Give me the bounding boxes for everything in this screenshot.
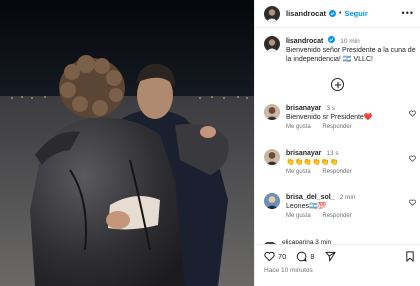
comment-time: 13 s [326,150,339,157]
avatar[interactable] [264,104,280,120]
comment-count: 8 [310,252,315,261]
more-options-icon[interactable]: ••• [402,8,414,18]
comment-like-link[interactable]: Me gusta [286,169,311,175]
avatar[interactable] [264,193,280,209]
comment-username[interactable]: brisa_del_sol_ [286,194,335,201]
comment-text: Bienvenido sr Presidente❤️ [286,114,373,121]
verified-badge-icon [328,36,336,43]
post-caption: lisandrocat 10 min Bienvenido señor Pres… [264,36,416,64]
comment-text: 👏👏👏👏👏👏 [286,159,339,166]
comment-reply-link[interactable]: Responder [322,213,351,219]
comment-like-link[interactable]: Me gusta [286,213,311,219]
avatar[interactable] [264,149,280,165]
post-header: lisandrocat • Seguir ••• [255,0,420,28]
photo-image [0,0,254,286]
comment-reply-link[interactable]: Responder [322,169,351,175]
comment-time: 2 min [339,194,356,201]
like-heart-icon[interactable] [264,251,275,262]
caption-text: Bienvenido señor Presidente a la cuna de… [286,47,416,63]
bookmark-icon[interactable] [405,251,415,262]
post-actions-bar: 70 8 Hace 10 minutos [255,244,420,286]
caption-username[interactable]: lisandrocat [286,38,323,45]
comment-username[interactable]: brisanayar [286,105,321,112]
post-sidebar: lisandrocat • Seguir ••• lisandrocat 10 … [254,0,420,286]
share-send-icon[interactable] [324,251,336,262]
comment-item: brisanayar 13 s 👏👏👏👏👏👏 Me gusta Responde… [264,149,416,175]
comment-text: Leones🇦🇷💯 [286,203,327,210]
caption-time: 10 min [340,38,360,45]
comment-reply-link[interactable]: Responder [322,124,351,130]
comment-username[interactable]: brisanayar [286,150,321,157]
avatar[interactable] [264,5,280,22]
comment-time: 3 s [326,105,336,112]
header-username[interactable]: lisandrocat [286,9,326,18]
comment-heart-icon[interactable] [409,155,416,162]
comment-bubble-icon[interactable] [296,251,308,262]
follow-button[interactable]: Seguir [344,9,367,18]
comment-heart-icon[interactable] [409,199,416,206]
comment-item: brisanayar 3 s Bienvenido sr Presidente❤… [264,104,416,130]
like-count: 70 [278,252,287,261]
comment-item: brisa_del_sol_ 2 min Leones🇦🇷💯 Me gusta … [264,193,416,219]
avatar[interactable] [264,36,280,52]
comment-heart-icon[interactable] [409,110,416,117]
add-comment-plus-icon[interactable] [331,78,344,91]
comment-like-link[interactable]: Me gusta [286,124,311,130]
header-separator: • [339,10,342,17]
verified-badge-icon [329,10,337,17]
post-photo[interactable] [0,0,254,286]
posted-time: Hace 10 minutos [264,267,313,274]
